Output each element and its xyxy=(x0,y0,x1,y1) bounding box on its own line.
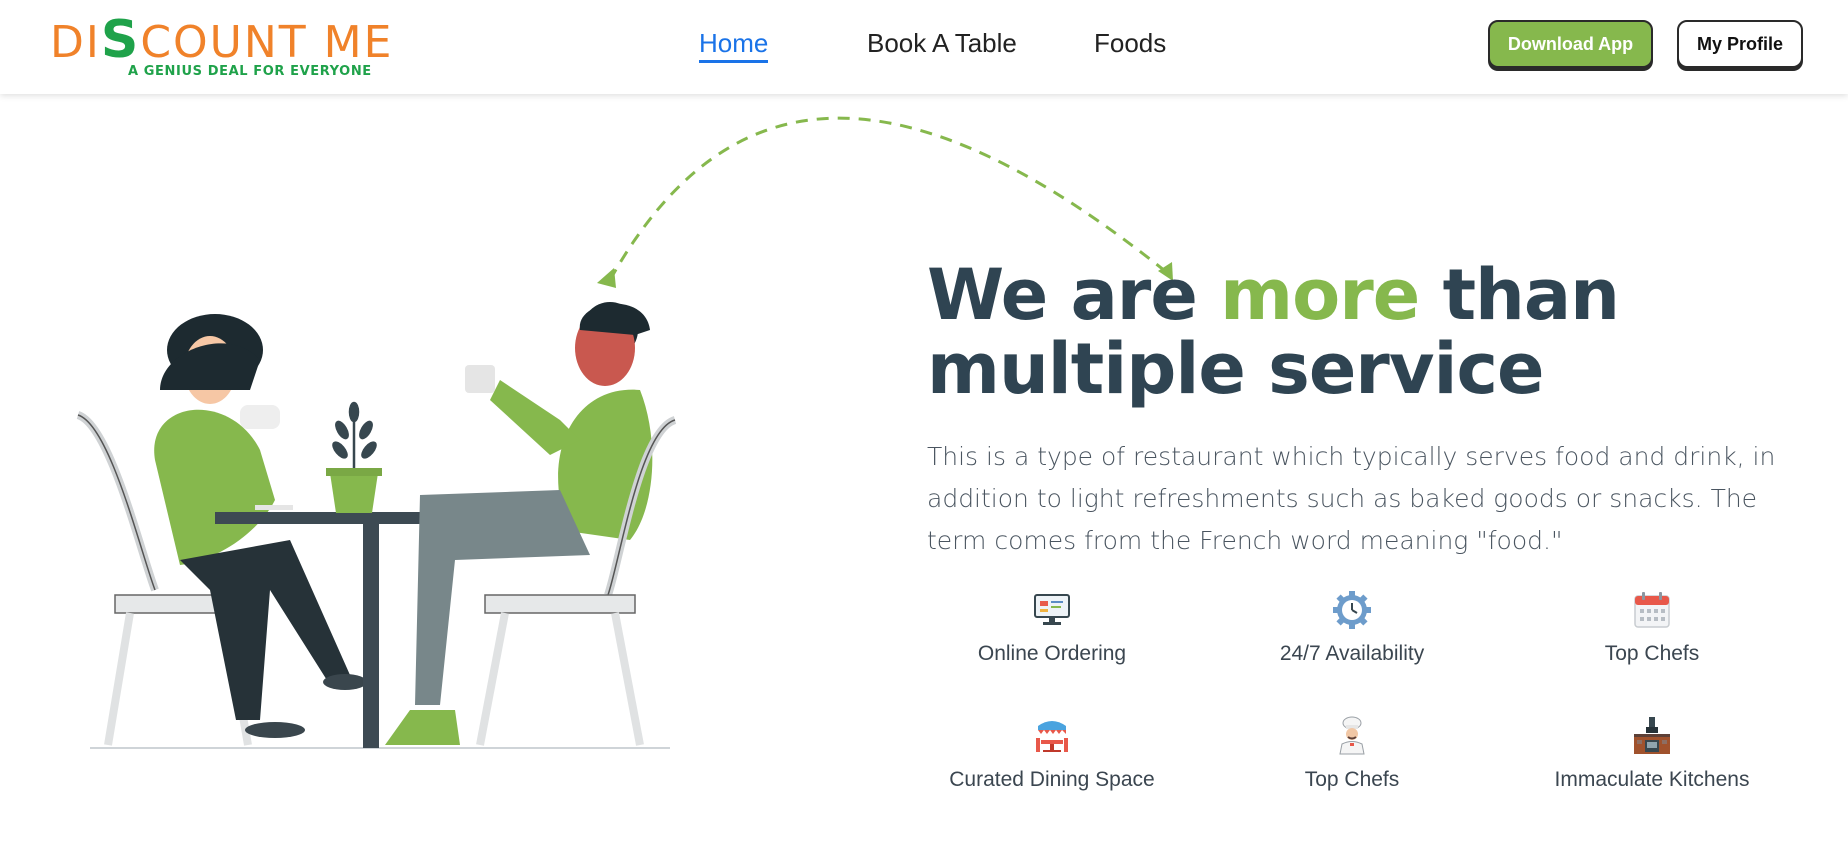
feature-top-chefs-2: Top Chefs xyxy=(1227,716,1477,792)
site-header: DISCOUNT ME A GENIUS DEAL FOR EVERYONE H… xyxy=(0,0,1848,94)
nav-book-a-table[interactable]: Book A Table xyxy=(867,28,1017,59)
feature-label: Online Ordering xyxy=(977,642,1127,665)
gear-clock-icon xyxy=(1333,591,1371,629)
download-app-button[interactable]: Download App xyxy=(1488,20,1653,68)
chef-icon xyxy=(1339,716,1365,755)
monitor-icon xyxy=(1034,594,1070,625)
feature-availability: 24/7 Availability xyxy=(1227,590,1477,666)
kitchen-icon xyxy=(1634,717,1670,754)
hero-title-accent: more xyxy=(1220,254,1420,336)
feature-curated-dining: Curated Dining Space xyxy=(927,716,1177,792)
my-profile-button[interactable]: My Profile xyxy=(1677,20,1803,68)
nav-foods[interactable]: Foods xyxy=(1094,28,1166,59)
feature-top-chefs: Top Chefs xyxy=(1527,590,1777,666)
dining-table-icon xyxy=(1036,721,1068,752)
nav-home[interactable]: Home xyxy=(699,28,769,63)
feature-label: Top Chefs xyxy=(1604,642,1700,665)
feature-label: 24/7 Availability xyxy=(1279,642,1425,665)
feature-label: Top Chefs xyxy=(1304,768,1400,791)
feature-immaculate-kitchens: Immaculate Kitchens xyxy=(1527,716,1777,792)
hero-title: We are more than multiple service xyxy=(927,254,1620,410)
calendar-icon xyxy=(1634,592,1670,628)
feature-label: Curated Dining Space xyxy=(949,768,1155,791)
couple-dining-illustration xyxy=(76,302,677,749)
hero-description: This is a type of restaurant which typic… xyxy=(927,442,1776,555)
feature-label: Immaculate Kitchens xyxy=(1554,768,1750,791)
feature-online-ordering: Online Ordering xyxy=(927,590,1177,666)
